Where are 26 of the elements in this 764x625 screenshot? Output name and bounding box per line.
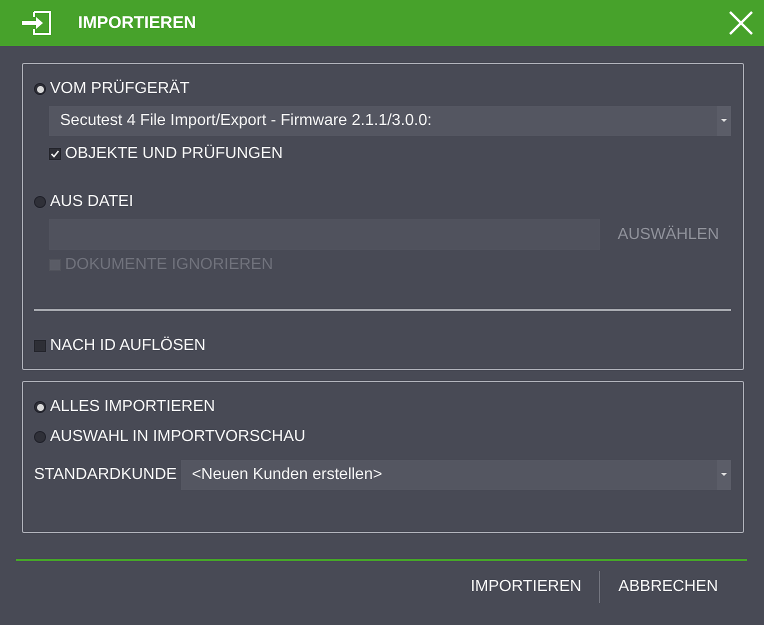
- radio-label: VOM PRÜFGERÄT: [50, 80, 190, 98]
- device-select[interactable]: Secutest 4 File Import/Export - Firmware 2.1.1/3.0.0:: [49, 106, 731, 136]
- radio-label: AUSWAHL IN IMPORTVORSCHAU: [50, 428, 306, 446]
- radio-label: ALLES IMPORTIEREN: [50, 398, 216, 416]
- dialog-button[interactable]: IMPORTIEREN: [452, 572, 600, 602]
- radio-button[interactable]: [34, 401, 46, 413]
- customer-label: STANDARDKUNDE: [34, 466, 177, 484]
- select-value: Secutest 4 File Import/Export - Firmware 2.1.1/3.0.0:: [59, 112, 433, 130]
- window-title: IMPORTIEREN: [78, 13, 198, 33]
- checkbox[interactable]: [34, 340, 46, 352]
- checkbox-label: OBJEKTE UND PRÜFUNGEN: [65, 145, 283, 163]
- radio-button[interactable]: [34, 431, 46, 443]
- customer-select[interactable]: <Neuen Kunden erstellen>: [180, 460, 731, 490]
- checkbox[interactable]: [49, 148, 61, 160]
- dialog-button[interactable]: ABBRECHEN: [600, 572, 736, 602]
- caret-icon: [721, 119, 727, 123]
- radio-button[interactable]: [34, 83, 46, 95]
- import-icon: [22, 11, 52, 35]
- close-icon: [728, 10, 754, 36]
- select-value: <Neuen Kunden erstellen>: [190, 466, 384, 484]
- caret-icon: [721, 473, 727, 477]
- checkbox-label: NACH ID AUFLÖSEN: [50, 337, 206, 355]
- radio-label: AUS DATEI: [50, 193, 134, 211]
- radio-button[interactable]: [34, 196, 46, 208]
- checkmark-icon: [50, 149, 60, 159]
- close-button[interactable]: [728, 10, 754, 36]
